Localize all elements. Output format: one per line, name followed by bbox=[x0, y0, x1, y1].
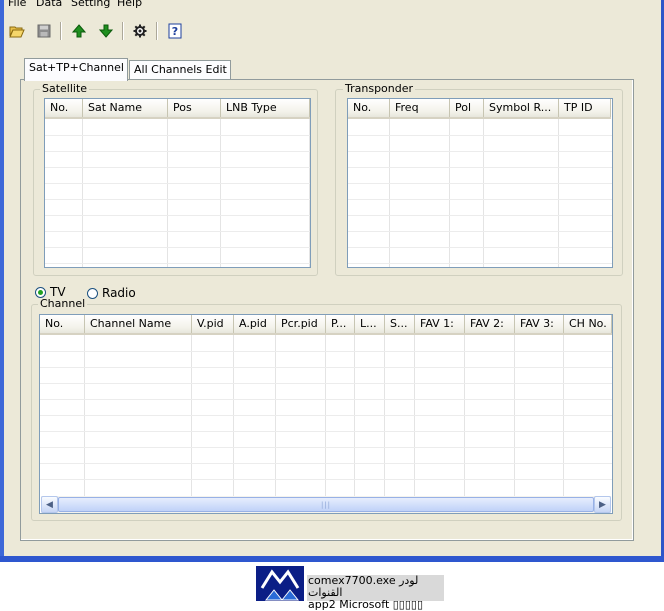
satellite-group-label: Satellite bbox=[40, 82, 90, 95]
column-header[interactable]: FAV 2: bbox=[465, 315, 515, 333]
satellite-list-header: No. Sat Name Pos LNB Type bbox=[45, 99, 310, 119]
column-header[interactable]: P... bbox=[326, 315, 355, 333]
svg-text:?: ? bbox=[172, 25, 178, 38]
transponder-group-label: Transponder bbox=[343, 82, 416, 95]
arrow-down-icon[interactable] bbox=[95, 20, 117, 42]
column-header[interactable]: S... bbox=[385, 315, 415, 333]
satellite-list-body bbox=[45, 119, 310, 267]
column-header[interactable]: L... bbox=[355, 315, 385, 333]
column-header[interactable]: Pol bbox=[450, 99, 484, 117]
menu-data[interactable]: Data bbox=[36, 0, 62, 10]
column-header[interactable]: FAV 3: bbox=[515, 315, 564, 333]
column-header[interactable]: No. bbox=[40, 315, 85, 333]
toolbar: ? bbox=[4, 19, 661, 45]
gear-icon[interactable] bbox=[129, 20, 151, 42]
menu-setting[interactable]: Setting bbox=[71, 0, 110, 10]
column-header[interactable]: Symbol R... bbox=[484, 99, 559, 117]
window-frame-bottom bbox=[0, 556, 664, 562]
column-header[interactable]: Channel Name bbox=[85, 315, 192, 333]
toolbar-separator bbox=[122, 22, 124, 40]
column-header[interactable]: Sat Name bbox=[83, 99, 168, 117]
menu-help[interactable]: Help bbox=[117, 0, 142, 10]
column-header[interactable]: TP ID bbox=[559, 99, 611, 117]
channel-list-header: No. Channel Name V.pid A.pid Pcr.pid P..… bbox=[40, 315, 612, 335]
app-file-label: comex7700.exe لودر القنوات app2 Microsof… bbox=[307, 574, 444, 611]
column-header[interactable]: FAV 1: bbox=[415, 315, 465, 333]
menu-bar: File Data Setting Help bbox=[4, 0, 661, 11]
column-header[interactable]: V.pid bbox=[192, 315, 234, 333]
scrollbar-thumb[interactable]: ||| bbox=[58, 497, 594, 512]
app-logo-icon bbox=[256, 566, 304, 601]
column-header[interactable]: No. bbox=[45, 99, 83, 117]
channel-list[interactable]: No. Channel Name V.pid A.pid Pcr.pid P..… bbox=[39, 314, 613, 514]
radio-radio-circle[interactable] bbox=[87, 287, 98, 299]
menu-file[interactable]: File bbox=[8, 0, 26, 10]
column-header[interactable]: LNB Type bbox=[221, 99, 310, 117]
channel-list-hscrollbar[interactable]: ◀ ||| ▶ bbox=[41, 496, 611, 513]
column-header[interactable]: CH No. bbox=[564, 315, 612, 333]
tab-sat-tp-channel[interactable]: Sat+TP+Channel bbox=[24, 58, 128, 81]
tab-all-channels-edit[interactable]: All Channels Edit bbox=[129, 60, 231, 80]
column-header[interactable]: A.pid bbox=[234, 315, 276, 333]
channel-group-label: Channel bbox=[38, 297, 88, 310]
scroll-left-arrow-icon[interactable]: ◀ bbox=[41, 496, 58, 513]
column-header[interactable]: Freq bbox=[390, 99, 450, 117]
transponder-list-body bbox=[348, 119, 612, 267]
column-header[interactable]: No. bbox=[348, 99, 390, 117]
window-frame-left bbox=[0, 0, 4, 562]
radio-tv-circle[interactable] bbox=[35, 286, 46, 298]
toolbar-separator bbox=[60, 22, 62, 40]
satellite-list[interactable]: No. Sat Name Pos LNB Type bbox=[44, 98, 311, 268]
column-header[interactable]: Pcr.pid bbox=[276, 315, 326, 333]
toolbar-separator bbox=[156, 22, 158, 40]
folder-open-icon[interactable] bbox=[6, 20, 28, 42]
channel-list-body bbox=[40, 335, 612, 513]
app-file-name: comex7700.exe لودر القنوات bbox=[308, 574, 419, 599]
scroll-right-arrow-icon[interactable]: ▶ bbox=[594, 496, 611, 513]
radio-radio-label: Radio bbox=[102, 286, 136, 300]
transponder-list[interactable]: No. Freq Pol Symbol R... TP ID bbox=[347, 98, 613, 268]
arrow-up-icon[interactable] bbox=[68, 20, 90, 42]
main-window: File Data Setting Help ? Sat+TP+Channel … bbox=[0, 0, 664, 562]
help-icon[interactable]: ? bbox=[164, 20, 186, 42]
floppy-save-icon[interactable] bbox=[33, 20, 55, 42]
app-file-icon[interactable]: comex7700.exe لودر القنوات app2 Microsof… bbox=[256, 566, 444, 611]
radio-radio[interactable]: Radio bbox=[87, 286, 136, 300]
column-header[interactable]: Pos bbox=[168, 99, 221, 117]
transponder-list-header: No. Freq Pol Symbol R... TP ID bbox=[348, 99, 611, 119]
